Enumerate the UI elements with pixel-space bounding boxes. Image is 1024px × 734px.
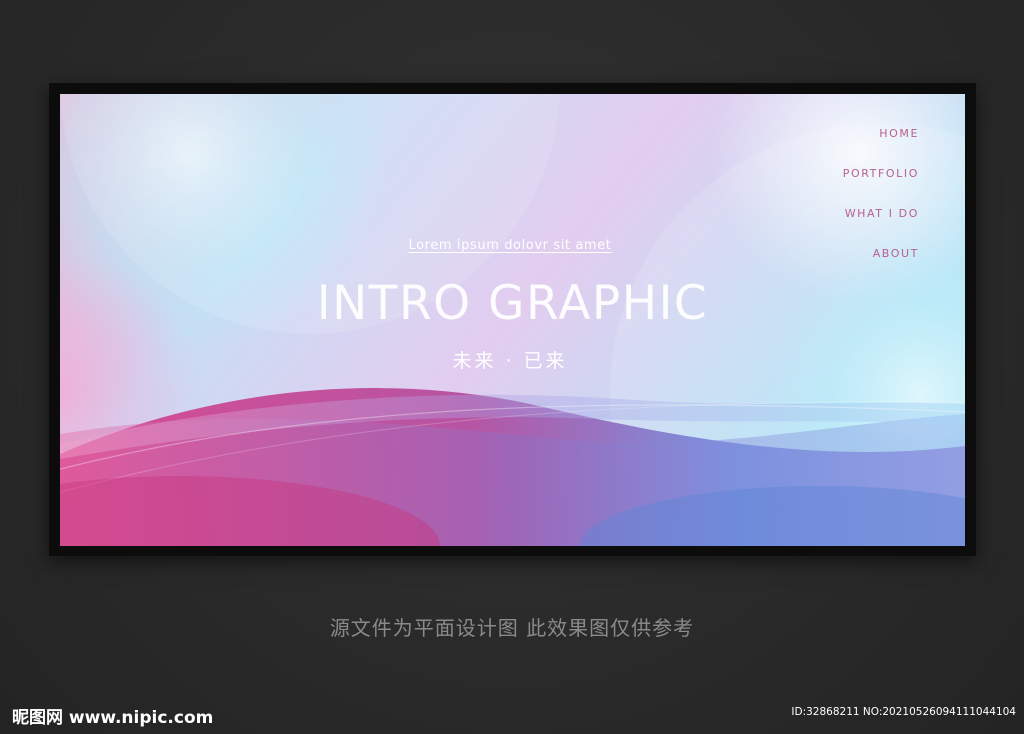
hero-chinese-tagline: 未来 · 已来 [452,350,568,372]
nav-item-about[interactable]: ABOUT [873,246,919,261]
page-background: HOME PORTFOLIO WHAT I DO ABOUT Lorem ips… [0,0,1024,734]
nav-item-what-i-do[interactable]: WHAT I DO [845,206,919,221]
hero-subtitle-link[interactable]: Lorem ipsum dolovr sit amet [390,238,630,253]
watermark-id: ID:32868211 NO:20210526094111044104 [791,706,1016,718]
nav-item-portfolio[interactable]: PORTFOLIO [843,166,919,181]
hero-title: INTRO GRAPHIC [316,276,709,331]
display-frame: HOME PORTFOLIO WHAT I DO ABOUT Lorem ips… [49,83,976,556]
banner-screen: HOME PORTFOLIO WHAT I DO ABOUT Lorem ips… [60,94,965,546]
nav-item-home[interactable]: HOME [879,126,919,141]
preview-caption: 源文件为平面设计图 此效果图仅供参考 [329,616,695,640]
main-nav: HOME PORTFOLIO WHAT I DO ABOUT [843,126,919,261]
watermark-logo: 昵图网 www.nipic.com [12,708,214,728]
